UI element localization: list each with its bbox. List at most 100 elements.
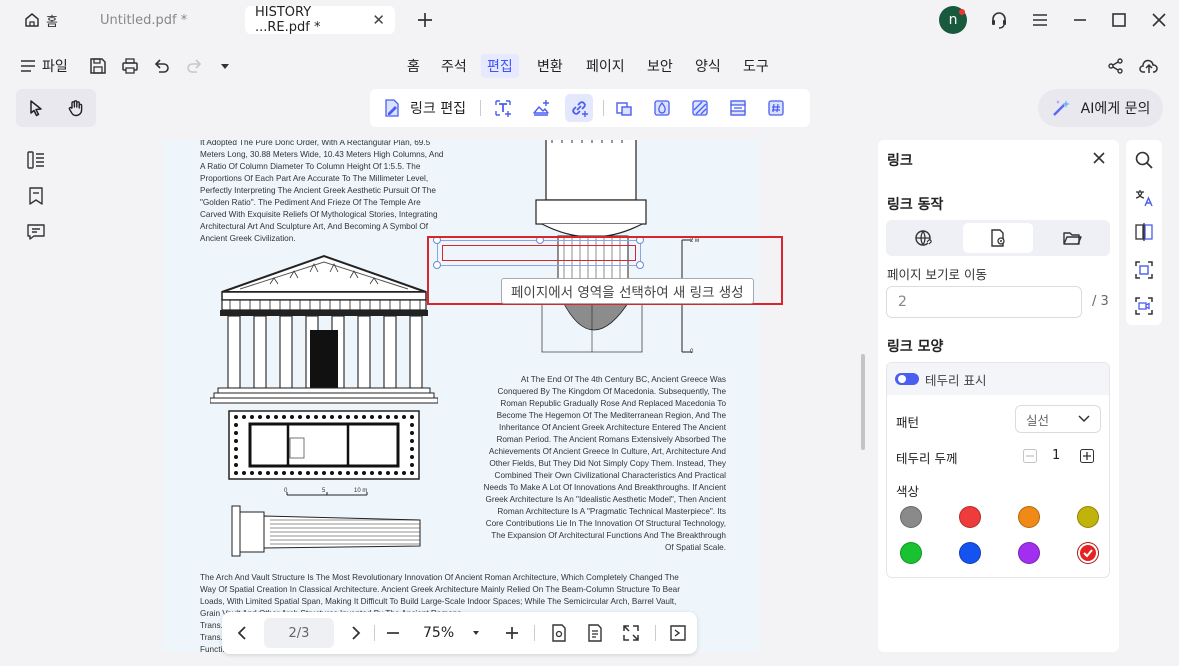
color-swatch[interactable]: [1018, 542, 1040, 564]
page-layout-button[interactable]: [585, 623, 605, 643]
quick-access-dropdown[interactable]: [219, 60, 231, 72]
hand-tool-button[interactable]: [62, 94, 90, 122]
view-mode-button[interactable]: [549, 623, 569, 643]
tab-label: 홈: [46, 14, 58, 30]
menu-form[interactable]: 양식: [689, 54, 727, 78]
menu-tools[interactable]: 도구: [737, 54, 775, 78]
add-link-button[interactable]: [564, 94, 593, 122]
fullscreen-button[interactable]: [621, 623, 641, 643]
link-edit-button[interactable]: 링크 편집: [382, 98, 466, 118]
tab-history[interactable]: HISTORY ...RE.pdf * ✕: [245, 5, 395, 35]
menu-home[interactable]: 홈: [401, 54, 426, 78]
color-swatch[interactable]: [1077, 542, 1099, 564]
close-window-button[interactable]: [1149, 10, 1169, 30]
floor-plan-illustration: [228, 410, 420, 480]
zoom-out-button[interactable]: [385, 625, 401, 641]
notification-dot: [959, 9, 965, 15]
tab-home[interactable]: 홈: [14, 6, 84, 34]
thickness-decrease-button[interactable]: [1023, 449, 1037, 463]
page-navigation-bar: 2/3 75%: [222, 612, 697, 654]
crop-button[interactable]: [610, 94, 638, 122]
text-box-icon: [495, 100, 511, 117]
page-number-input[interactable]: 2/3: [264, 618, 334, 648]
upload-cloud-button[interactable]: [1139, 57, 1159, 75]
close-panel-button[interactable]: [1092, 151, 1106, 165]
close-tab-icon[interactable]: ✕: [372, 11, 385, 29]
document-page[interactable]: It Adopted The Pure Doric Order, With A …: [162, 140, 759, 652]
plus-box-icon: [1080, 449, 1094, 463]
zoom-level-dropdown[interactable]: 75%: [423, 625, 480, 641]
compare-button[interactable]: [1134, 222, 1154, 242]
background-button[interactable]: [686, 94, 714, 122]
doc-paragraph-top: It Adopted The Pure Doric Order, With A …: [200, 140, 480, 245]
search-icon: [1135, 151, 1153, 169]
prev-page-button[interactable]: [234, 625, 250, 641]
color-swatch[interactable]: [959, 542, 981, 564]
comment-icon: [27, 224, 45, 240]
show-border-toggle[interactable]: [895, 373, 919, 385]
menu-security[interactable]: 보안: [641, 54, 679, 78]
open-file-option[interactable]: [1037, 223, 1107, 253]
menu-button[interactable]: [1030, 10, 1050, 30]
undo-button[interactable]: [153, 57, 171, 75]
select-tool-button[interactable]: [22, 94, 50, 122]
color-swatch[interactable]: [1018, 506, 1040, 528]
bates-number-button[interactable]: [762, 94, 790, 122]
minimize-button[interactable]: [1070, 10, 1090, 30]
cloud-upload-icon: [1139, 59, 1158, 73]
color-swatch[interactable]: [900, 506, 922, 528]
tab-untitled[interactable]: Untitled.pdf *: [90, 6, 240, 34]
doc-line: Inheritance Of Ancient Greek Architectur…: [499, 423, 726, 432]
menu-convert[interactable]: 변환: [531, 54, 569, 78]
doc-line: Perfectly Interpreting The Ancient Greek…: [200, 186, 436, 195]
bookmarks-button[interactable]: [26, 186, 46, 206]
number-icon: [768, 100, 784, 116]
plus-icon: [418, 13, 432, 27]
doc-line: Needs To Make A Lot Of Innovations And B…: [483, 483, 726, 492]
column-detail-illustration: [231, 505, 421, 557]
support-button[interactable]: [989, 10, 1009, 30]
color-swatch[interactable]: [900, 542, 922, 564]
ask-ai-button[interactable]: AI에게 문의: [1038, 89, 1163, 127]
add-text-button[interactable]: [489, 94, 517, 122]
web-link-option[interactable]: [889, 223, 959, 253]
maximize-button[interactable]: [1109, 10, 1129, 30]
new-tab-button[interactable]: [415, 10, 435, 30]
thickness-increase-button[interactable]: [1080, 449, 1094, 463]
avatar[interactable]: n: [939, 6, 967, 34]
vertical-scrollbar[interactable]: [861, 354, 865, 450]
translate-button[interactable]: [1134, 188, 1154, 208]
print-button[interactable]: [121, 57, 139, 75]
doc-line: Roman Architecture Is A "Pragmatic Techn…: [497, 507, 726, 516]
menu-edit[interactable]: 편집: [481, 54, 519, 78]
add-image-button[interactable]: [527, 94, 555, 122]
watermark-button[interactable]: [648, 94, 676, 122]
file-menu[interactable]: 파일: [20, 56, 68, 76]
panel-title: 링크: [887, 153, 913, 169]
menu-annotate[interactable]: 주석: [435, 54, 473, 78]
fit-page-button[interactable]: [668, 623, 688, 643]
thumbnails-button[interactable]: [26, 150, 46, 170]
page-number-field[interactable]: 2: [886, 286, 1082, 318]
doc-line: Way Of Spatial Creation In Classical Arc…: [200, 585, 680, 594]
color-swatch[interactable]: [1077, 506, 1099, 528]
pattern-value: 실선: [1026, 412, 1050, 428]
home-icon: [25, 13, 39, 27]
scale-label-5: 5: [322, 488, 326, 494]
next-page-button[interactable]: [348, 625, 364, 641]
plus-icon: [506, 627, 519, 639]
pattern-dropdown[interactable]: 실선: [1015, 405, 1101, 433]
minus-icon: [387, 632, 399, 634]
page-view-option[interactable]: [963, 223, 1033, 253]
redo-button[interactable]: [185, 57, 203, 75]
screen-record-button[interactable]: [1134, 296, 1154, 316]
color-swatch[interactable]: [959, 506, 981, 528]
zoom-in-button[interactable]: [504, 625, 520, 641]
save-button[interactable]: [89, 57, 107, 75]
ocr-button[interactable]: [1134, 260, 1154, 280]
comments-button[interactable]: [26, 222, 46, 242]
search-button[interactable]: [1134, 150, 1154, 170]
header-footer-button[interactable]: [724, 94, 752, 122]
share-button[interactable]: [1107, 57, 1125, 75]
menu-page[interactable]: 페이지: [580, 54, 631, 78]
